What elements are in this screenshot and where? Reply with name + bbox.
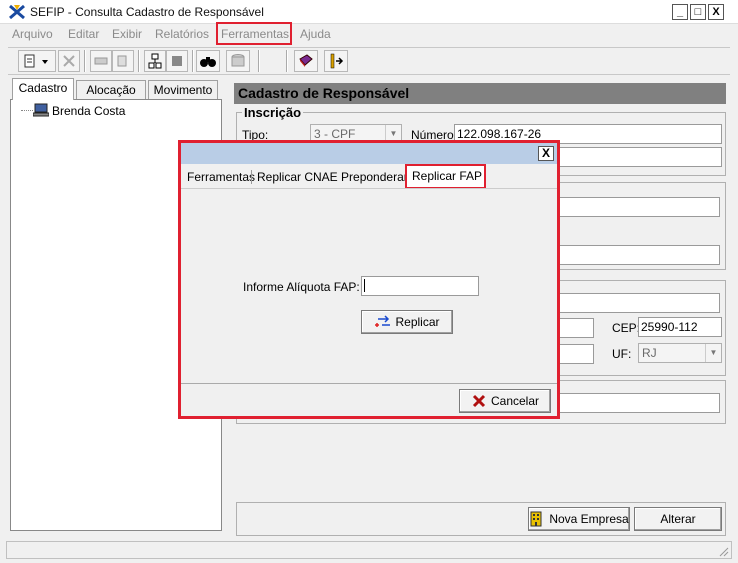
new-document-icon: [24, 54, 48, 68]
computer-icon: [33, 103, 49, 117]
building-icon: [530, 511, 542, 527]
replicar-button[interactable]: Replicar: [361, 310, 453, 334]
book-icon: [299, 54, 313, 67]
move-icon: [94, 57, 108, 65]
detail-field-1[interactable]: [540, 197, 720, 217]
toolbar-separator: [138, 50, 140, 72]
close-button[interactable]: X: [708, 4, 724, 20]
footer-divider: [181, 383, 557, 384]
copy-button[interactable]: [112, 50, 134, 72]
aliquota-label: Informe Alíquota FAP:: [243, 280, 360, 294]
inscricao-label: Inscrição: [242, 105, 304, 120]
book-button[interactable]: [294, 50, 318, 72]
uf-select[interactable]: RJ ▼: [638, 343, 722, 363]
sefip-logo-icon: [9, 4, 25, 20]
tab-ferramentas[interactable]: Ferramentas: [187, 167, 255, 187]
alterar-label: Alterar: [660, 512, 696, 526]
text-cursor: [364, 279, 365, 292]
tab-alocacao[interactable]: Alocação: [76, 80, 146, 100]
title-bar: SEFIP - Consulta Cadastro de Responsável…: [0, 0, 738, 24]
tab-cadastro[interactable]: Cadastro: [12, 78, 74, 100]
nova-empresa-label: Nova Empresa: [549, 512, 629, 526]
move-button[interactable]: [90, 50, 112, 72]
dialog-title-bar: X: [181, 143, 557, 164]
tipo-value: 3 - CPF: [314, 127, 356, 141]
cancel-x-icon: [472, 394, 486, 408]
contact-field[interactable]: [540, 393, 720, 413]
tree-item-brenda-costa[interactable]: Brenda Costa: [52, 104, 125, 118]
tree-icon: [148, 53, 162, 69]
menu-exibir[interactable]: Exibir: [112, 27, 142, 41]
replicate-arrows-icon: [375, 315, 391, 327]
menu-relatorios[interactable]: Relatórios: [155, 27, 209, 41]
cep-label: CEP:: [612, 321, 641, 335]
delete-x-icon: [63, 55, 75, 67]
maximize-button[interactable]: □: [690, 4, 706, 20]
minimize-button[interactable]: _: [672, 4, 688, 20]
tab-baseline: [181, 188, 557, 189]
tab-divider: [251, 170, 252, 184]
panel-header: Cadastro de Responsável: [234, 83, 726, 104]
menu-editar[interactable]: Editar: [68, 27, 99, 41]
delete-button[interactable]: [58, 50, 80, 72]
status-bar: [6, 541, 732, 559]
toolbar-separator: [84, 50, 86, 72]
dialog-close-button[interactable]: X: [538, 146, 554, 161]
menu-ajuda[interactable]: Ajuda: [300, 27, 331, 41]
stop-icon: [172, 56, 182, 66]
uf-label: UF:: [612, 347, 632, 361]
exit-button[interactable]: [324, 50, 348, 72]
menu-arquivo[interactable]: Arquivo: [12, 27, 53, 41]
new-document-button[interactable]: [18, 50, 56, 72]
nova-empresa-button[interactable]: Nova Empresa: [528, 507, 630, 531]
toolbar-separator: [286, 50, 288, 72]
menu-bar: Arquivo Editar Exibir Relatórios Ferrame…: [0, 24, 738, 44]
database-button[interactable]: [226, 50, 250, 72]
ferramentas-highlight: [216, 22, 292, 45]
tab-replicar-fap[interactable]: Replicar FAP: [412, 166, 482, 186]
toolbar-separator: [192, 50, 194, 72]
stop-button[interactable]: [166, 50, 188, 72]
copy-icon: [117, 55, 127, 67]
tab-replicar-cnae[interactable]: Replicar CNAE Preponderante: [257, 167, 420, 187]
window-title: SEFIP - Consulta Cadastro de Responsável: [30, 5, 264, 19]
replicar-label: Replicar: [395, 315, 440, 329]
tree-button[interactable]: [144, 50, 166, 72]
exit-door-icon: [330, 53, 344, 69]
chevron-down-icon[interactable]: ▼: [705, 344, 721, 362]
binoculars-icon: [200, 57, 216, 67]
database-icon: [231, 54, 245, 67]
cancelar-label: Cancelar: [490, 394, 540, 408]
resize-grip-icon[interactable]: [717, 545, 729, 557]
aliquota-fap-input[interactable]: [361, 276, 479, 296]
toolbar-separator: [258, 50, 260, 72]
cancelar-button[interactable]: Cancelar: [459, 389, 551, 413]
tree-line: [21, 110, 33, 111]
alterar-button[interactable]: Alterar: [634, 507, 722, 531]
replicar-dialog: X Ferramentas Replicar CNAE Preponderant…: [178, 140, 560, 419]
cep-field[interactable]: 25990-112: [638, 317, 722, 337]
tab-movimento[interactable]: Movimento: [148, 80, 218, 100]
address-field[interactable]: [540, 293, 720, 313]
uf-value: RJ: [642, 346, 657, 360]
search-button[interactable]: [196, 50, 220, 72]
detail-field-2[interactable]: [540, 245, 720, 265]
